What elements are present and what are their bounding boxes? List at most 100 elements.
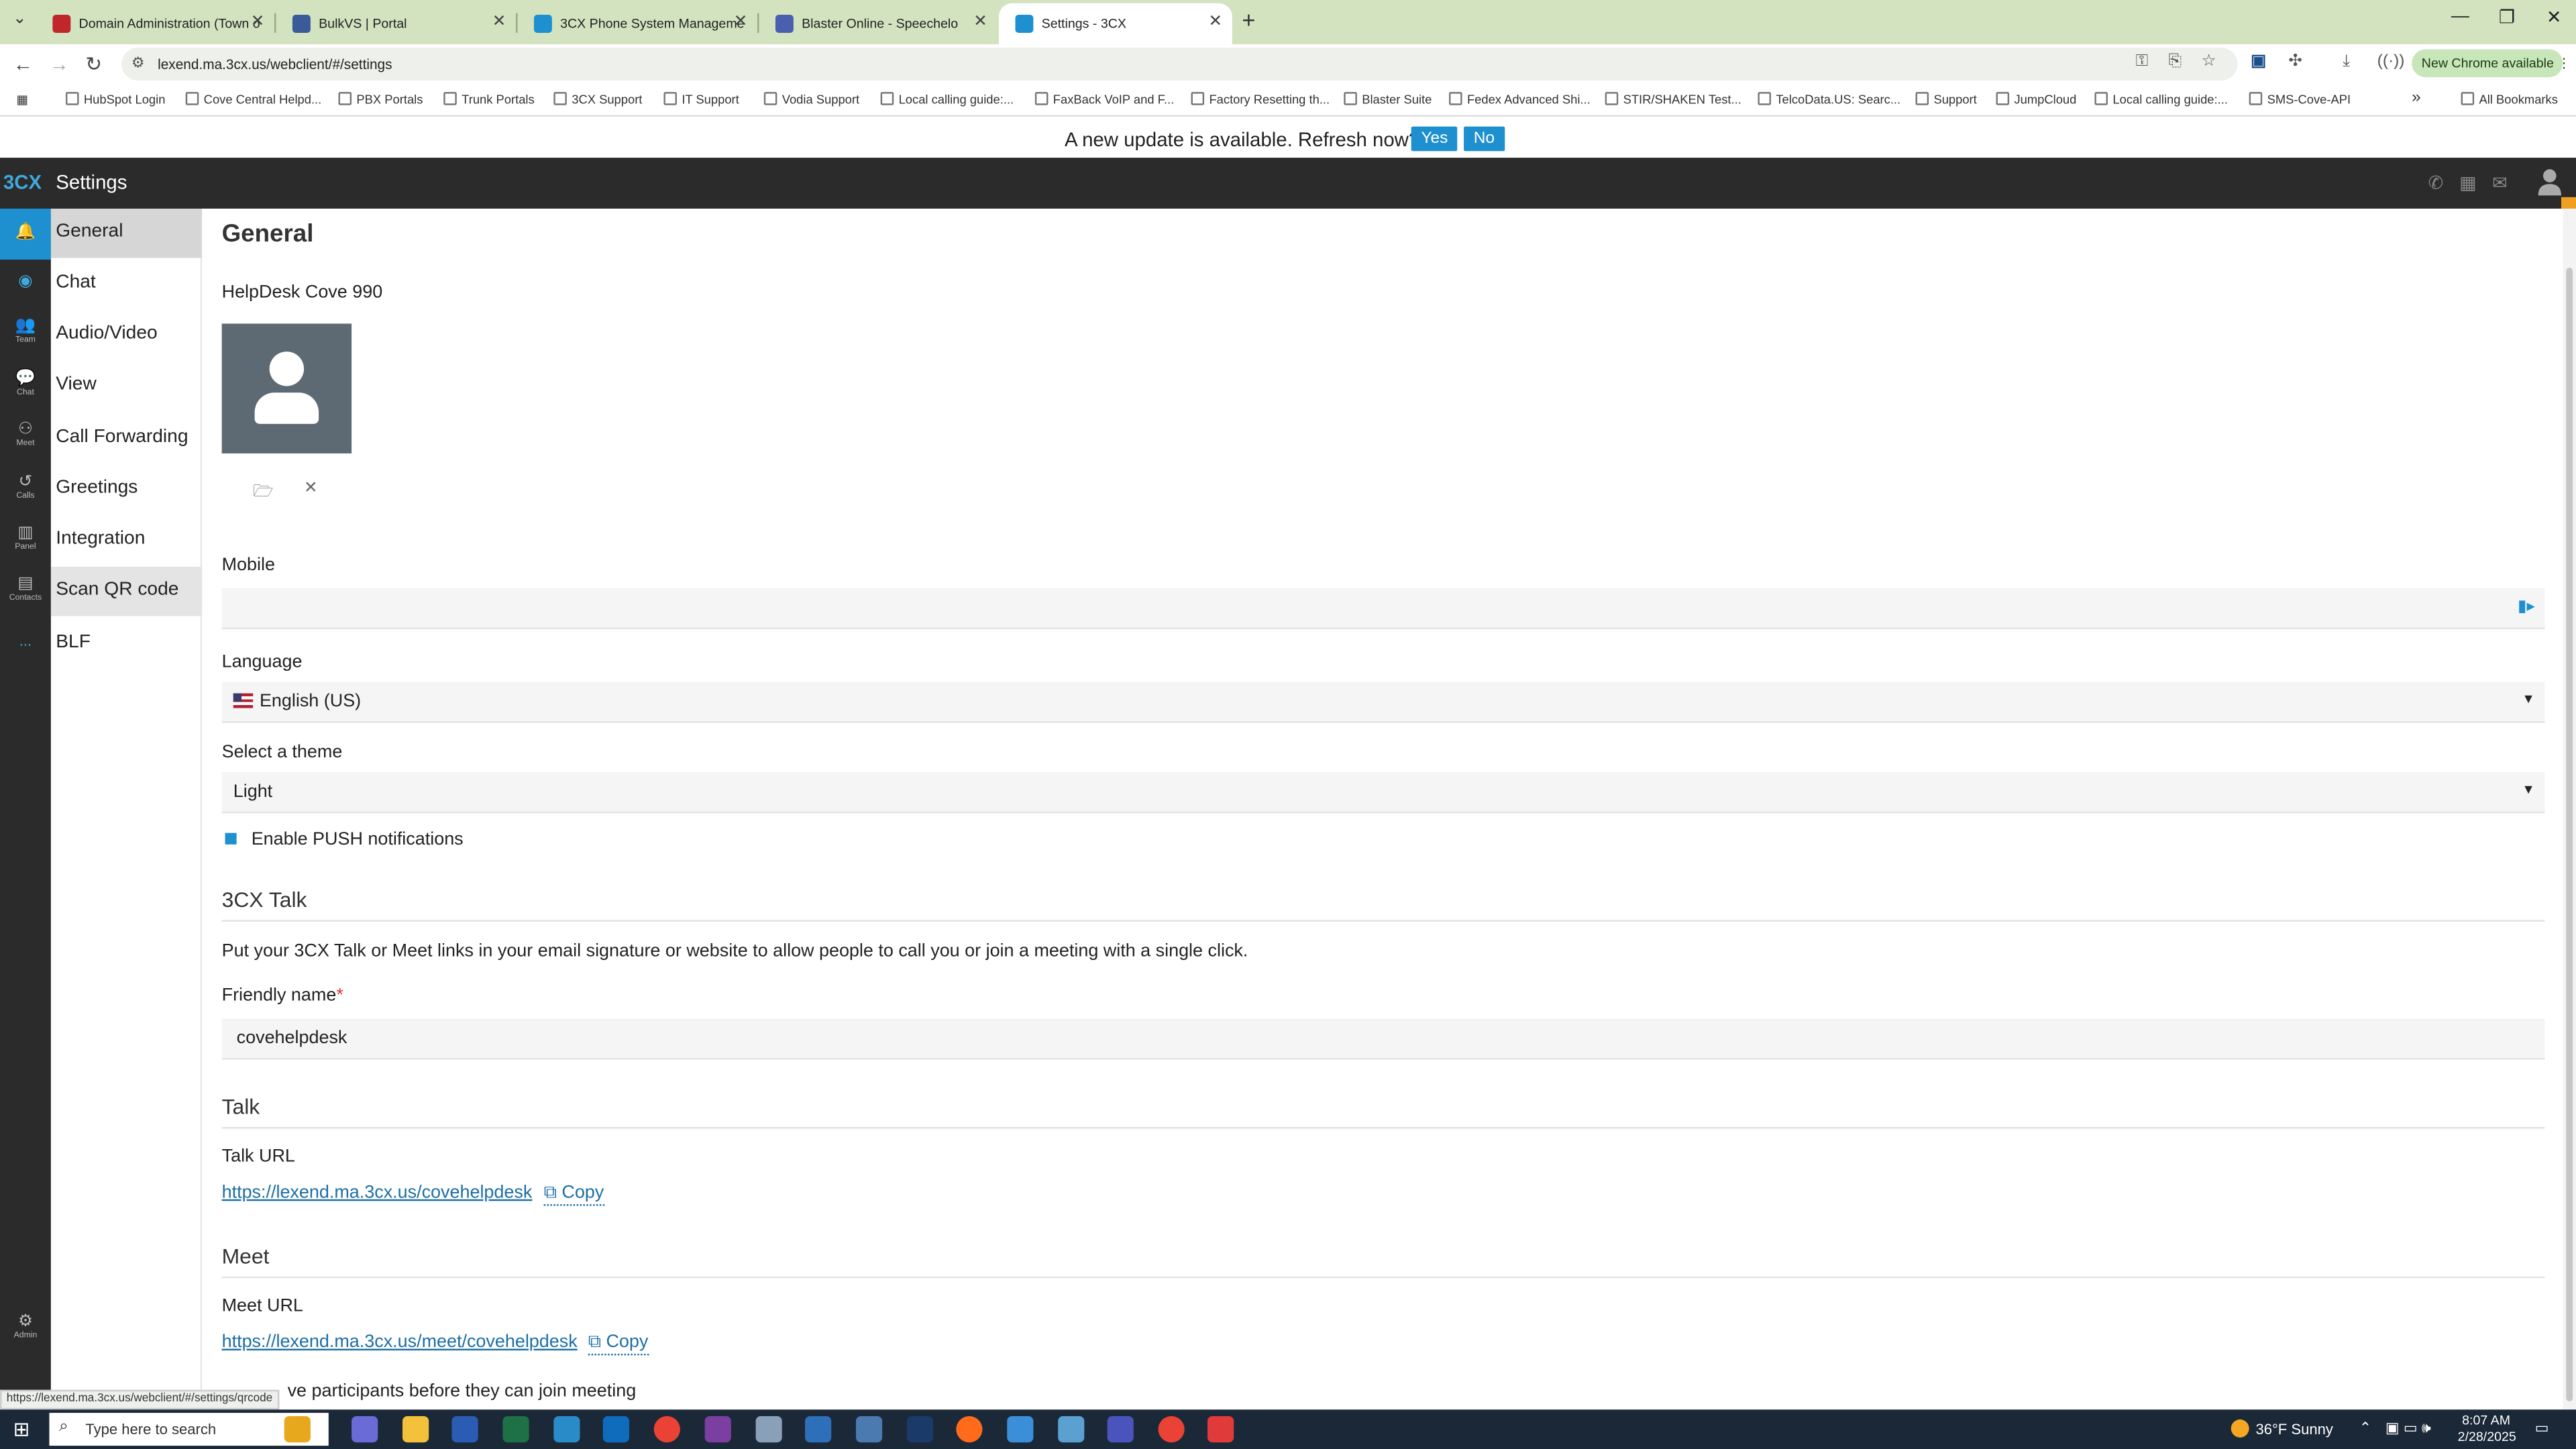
update-yes-button[interactable]: Yes [1411, 126, 1458, 152]
bookmark-item[interactable]: Cove Central Helpd... [185, 92, 321, 107]
taskbar-briefcase-icon[interactable] [284, 1416, 311, 1443]
taskbar-app-icon[interactable] [1208, 1416, 1234, 1443]
extension-icon[interactable]: ▣ [2251, 52, 2266, 70]
password-key-icon[interactable]: ⚿ [2136, 52, 2149, 70]
scrollbar-thumb[interactable] [2566, 268, 2573, 1401]
settings-menu-general[interactable]: General [50, 209, 203, 258]
back-arrow-icon[interactable]: ← [13, 52, 33, 75]
bookmark-folder[interactable]: 3CX Support [553, 92, 642, 107]
url-text[interactable]: lexend.ma.3cx.us/webclient/#/settings [158, 56, 392, 72]
windows-start-icon[interactable]: ⊞ [13, 1417, 30, 1440]
close-icon[interactable]: ✕ [492, 13, 506, 32]
copy-talk-url-button[interactable]: ⧉ Copy [543, 1183, 604, 1206]
bookmark-folder[interactable]: IT Support [663, 92, 739, 107]
forward-arrow-icon[interactable]: → [49, 52, 68, 75]
notification-center-icon[interactable]: ▭ [2535, 1419, 2549, 1438]
settings-menu-call-forwarding[interactable]: Call Forwarding [51, 414, 202, 463]
content-scrollbar[interactable] [2563, 209, 2576, 1410]
folder-open-icon[interactable]: 🗁 [253, 480, 273, 508]
taskbar-app-icon[interactable] [855, 1416, 883, 1443]
bookmark-folder[interactable]: Vodia Support [763, 92, 859, 107]
broadcast-icon[interactable]: ((·)) [2377, 52, 2405, 70]
settings-menu-integration[interactable]: Integration [51, 516, 202, 565]
phone-icon[interactable]: ✆ [2428, 172, 2444, 194]
bookmark-item[interactable]: Local calling guide:... [880, 92, 1014, 107]
user-avatar-icon[interactable] [2536, 168, 2563, 197]
rail-calls[interactable]: ↺ Calls [0, 473, 51, 513]
new-chrome-available-button[interactable]: New Chrome available ⋮ [2412, 49, 2571, 78]
remove-photo-close-icon[interactable]: ✕ [304, 480, 318, 498]
weather-widget[interactable]: 36°F Sunny [2231, 1419, 2333, 1438]
bookmark-item[interactable]: JumpCloud [1996, 92, 2076, 107]
rail-notifications[interactable]: 🔔 [0, 209, 51, 260]
minimize-icon[interactable]: — [2451, 7, 2469, 26]
taskbar-chrome-icon[interactable] [653, 1416, 680, 1443]
taskbar-app-icon[interactable] [1058, 1416, 1085, 1443]
reload-icon[interactable]: ↻ [85, 52, 102, 75]
taskbar-app-icon[interactable] [553, 1416, 580, 1443]
taskbar-clock[interactable]: 8:07 AM 2/28/2025 [2458, 1413, 2516, 1446]
tab-3cx-phone-system[interactable]: 3CX Phone System Manageme ✕ [517, 3, 757, 44]
bookmark-folder[interactable]: PBX Portals [338, 92, 423, 107]
rail-more-icon[interactable]: ... [0, 633, 51, 655]
dialpad-icon[interactable]: ▦ [2459, 172, 2476, 194]
rail-chat[interactable]: 💬 Chat [0, 370, 51, 409]
voicemail-icon[interactable]: ✉ [2492, 172, 2508, 194]
taskbar-outlook-icon[interactable] [602, 1416, 629, 1443]
copy-meet-url-button[interactable]: ⧉ Copy [588, 1332, 649, 1356]
new-tab-plus-icon[interactable]: + [1242, 7, 1255, 33]
rail-meet[interactable]: ⚇ Meet [0, 421, 51, 460]
push-notifications-checkbox[interactable] [225, 833, 237, 845]
talk-url-link[interactable]: https://lexend.ma.3cx.us/covehelpdesk [222, 1183, 533, 1202]
settings-menu-chat[interactable]: Chat [51, 260, 202, 309]
friendly-name-field[interactable]: covehelpdesk [221, 1018, 2545, 1060]
extensions-puzzle-icon[interactable]: ✣ [2288, 52, 2302, 70]
profile-picture[interactable] [221, 323, 352, 453]
taskbar-firefox-icon[interactable] [956, 1416, 983, 1443]
taskbar-app-icon[interactable] [755, 1416, 782, 1443]
settings-menu-blf[interactable]: BLF [51, 619, 202, 668]
tab-bulkvs[interactable]: BulkVS | Portal ✕ [276, 3, 516, 44]
window-close-icon[interactable]: ✕ [2546, 7, 2562, 28]
address-bar[interactable]: ⚙ lexend.ma.3cx.us/webclient/#/settings [121, 48, 2238, 80]
bookmark-item[interactable]: Factory Resetting th... [1191, 92, 1330, 107]
rail-admin[interactable]: ⚙ Admin [0, 1313, 51, 1352]
tab-blaster-online[interactable]: Blaster Online - Speechelo ✕ [759, 3, 997, 44]
mobile-field[interactable]: ▮▸ [221, 588, 2545, 629]
rail-contacts[interactable]: ▤ Contacts [0, 575, 51, 614]
taskbar-word-icon[interactable] [451, 1416, 478, 1443]
bookmark-item[interactable]: FaxBack VoIP and F... [1034, 92, 1174, 107]
meet-url-link[interactable]: https://lexend.ma.3cx.us/meet/covehelpde… [222, 1332, 578, 1352]
bookmark-item[interactable]: Fedex Advanced Shi... [1449, 92, 1591, 107]
bookmark-star-icon[interactable]: ☆ [2202, 52, 2216, 70]
taskbar-app-icon[interactable] [1007, 1416, 1034, 1443]
rail-team[interactable]: 👥 Team [0, 317, 51, 357]
close-icon[interactable]: ✕ [973, 13, 987, 32]
apps-grid-icon[interactable]: ▦ [16, 92, 28, 107]
language-select[interactable]: English (US) ▼ [221, 682, 2545, 723]
install-app-icon[interactable]: ⎘ [2169, 52, 2182, 70]
more-bookmarks-chevron-icon[interactable]: » [2412, 89, 2421, 107]
taskbar-copilot-icon[interactable] [352, 1416, 378, 1443]
bookmark-item[interactable]: STIR/SHAKEN Test... [1605, 92, 1741, 107]
settings-menu-scan-qr-code[interactable]: Scan QR code [50, 566, 203, 616]
bookmark-item[interactable]: TelcoData.US: Searc... [1758, 92, 1900, 107]
all-bookmarks[interactable]: All Bookmarks [2461, 92, 2558, 107]
restore-icon[interactable]: ❐ [2499, 7, 2515, 28]
rail-panel[interactable]: ▥ Panel [0, 524, 51, 564]
tray-chevron-icon[interactable]: ⌃ [2359, 1419, 2371, 1438]
taskbar-chrome-active-icon[interactable] [1158, 1416, 1185, 1443]
taskbar-file-explorer-icon[interactable] [402, 1416, 429, 1443]
bookmark-item[interactable]: Local calling guide:... [2094, 92, 2228, 107]
taskbar-headset-icon[interactable] [805, 1416, 832, 1443]
bookmark-item[interactable]: SMS-Cove-API [2249, 92, 2351, 107]
settings-menu-greetings[interactable]: Greetings [51, 465, 202, 514]
tab-settings-3cx[interactable]: Settings - 3CX ✕ [998, 3, 1232, 45]
site-info-icon[interactable]: ⚙ [131, 54, 145, 72]
close-icon[interactable]: ✕ [251, 13, 265, 32]
settings-menu-audio-video[interactable]: Audio/Video [51, 311, 202, 360]
close-icon[interactable]: ✕ [1208, 13, 1222, 32]
update-no-button[interactable]: No [1464, 126, 1505, 152]
close-icon[interactable]: ✕ [734, 13, 748, 32]
tray-icons[interactable]: ▣ ▭ 🕪 [2385, 1419, 2431, 1438]
